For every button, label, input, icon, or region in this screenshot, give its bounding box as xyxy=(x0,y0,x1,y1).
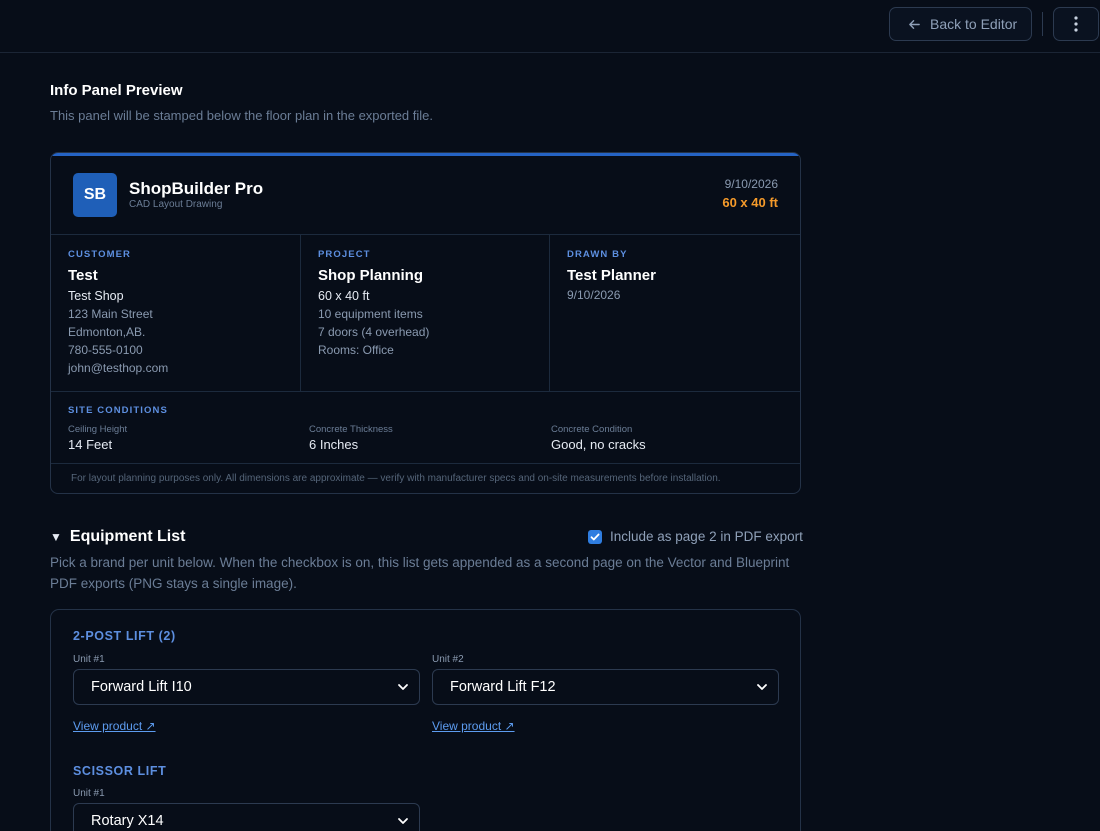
brand-select[interactable]: Forward Lift I10 xyxy=(73,669,420,705)
brand-select[interactable]: Rotary X14 xyxy=(73,803,420,831)
info-panel-card: SB ShopBuilder Pro CAD Layout Drawing 9/… xyxy=(50,152,801,494)
site-item-value: 14 Feet xyxy=(68,437,113,452)
drawn-by-date: 9/10/2026 xyxy=(567,288,621,302)
site-item-key: Ceiling Height xyxy=(68,424,128,435)
brand-select-value: Forward Lift F12 xyxy=(450,679,556,695)
site-item-ceiling: Ceiling Height 14 Feet xyxy=(68,424,127,452)
chevron-down-icon xyxy=(757,684,767,690)
drawn-by-name: Test Planner xyxy=(567,267,656,284)
project-column: PROJECT Shop Planning 60 x 40 ft 10 equi… xyxy=(301,234,549,391)
unit-label: Unit #1 xyxy=(73,654,105,665)
view-product-link[interactable]: View product ↗ xyxy=(432,719,515,733)
top-bar: Back to Editor xyxy=(0,0,1100,53)
include-pdf-label: Include as page 2 in PDF export xyxy=(610,529,803,544)
unit-label: Unit #2 xyxy=(432,654,464,665)
more-vertical-icon xyxy=(1074,16,1078,32)
group-title-scissor-lift: SCISSOR LIFT xyxy=(73,764,167,778)
site-item-value: 6 Inches xyxy=(309,437,359,452)
customer-column: CUSTOMER Test Test Shop 123 Main Street … xyxy=(51,234,300,391)
customer-city: Edmonton,AB. xyxy=(68,325,146,339)
equipment-list-title: Equipment List xyxy=(69,528,186,545)
toolbar-divider xyxy=(1042,12,1043,36)
disclaimer-text: For layout planning purposes only. All d… xyxy=(71,473,721,484)
checkmark-icon xyxy=(590,533,600,540)
preview-subtitle: This panel will be stamped below the flo… xyxy=(50,108,433,123)
more-options-button[interactable] xyxy=(1053,7,1099,41)
drawn-by-label: DRAWN BY xyxy=(567,249,628,260)
project-name: Shop Planning xyxy=(318,267,423,284)
brand-select-value: Forward Lift I10 xyxy=(91,679,192,695)
customer-street: 123 Main Street xyxy=(68,307,153,321)
site-item-condition: Concrete Condition Good, no cracks xyxy=(551,424,646,452)
project-dims: 60 x 40 ft xyxy=(318,289,370,303)
brand-name: ShopBuilder Pro xyxy=(129,179,264,198)
chevron-down-icon xyxy=(398,684,408,690)
project-doors: 7 doors (4 overhead) xyxy=(318,325,430,339)
brand-select-value: Rotary X14 xyxy=(91,813,164,829)
include-pdf-option[interactable]: Include as page 2 in PDF export xyxy=(588,529,803,544)
customer-company: Test Shop xyxy=(68,289,124,303)
site-item-key: Concrete Condition xyxy=(551,424,633,435)
divider xyxy=(51,391,800,392)
brand-subtitle: CAD Layout Drawing xyxy=(129,199,223,210)
customer-email: john@testhop.com xyxy=(68,361,169,375)
preview-title: Info Panel Preview xyxy=(50,82,183,99)
chevron-down-icon xyxy=(398,818,408,824)
project-label: PROJECT xyxy=(318,249,371,260)
equipment-description: Pick a brand per unit below. When the ch… xyxy=(50,555,790,591)
project-rooms: Rooms: Office xyxy=(318,343,394,357)
equipment-card: 2-POST LIFT (2) Unit #1 Forward Lift I10… xyxy=(50,609,801,831)
back-to-editor-button[interactable]: Back to Editor xyxy=(889,7,1032,41)
group-title-2-post-lift: 2-POST LIFT (2) xyxy=(73,629,176,643)
brand-select[interactable]: Forward Lift F12 xyxy=(432,669,779,705)
card-accent-bar xyxy=(51,153,800,156)
customer-label: CUSTOMER xyxy=(68,249,131,260)
project-equipment: 10 equipment items xyxy=(318,307,423,321)
site-item-value: Good, no cracks xyxy=(551,437,646,452)
arrow-left-icon xyxy=(909,19,920,29)
brand-logo: SB xyxy=(73,173,117,217)
customer-name: Test xyxy=(68,267,98,284)
include-pdf-checkbox[interactable] xyxy=(588,529,602,544)
header-size: 60 x 40 ft xyxy=(722,195,778,210)
equipment-list-toggle[interactable]: ▼ Equipment List xyxy=(50,528,185,546)
triangle-down-icon: ▼ xyxy=(50,530,62,544)
customer-phone: 780-555-0100 xyxy=(68,343,143,357)
divider xyxy=(51,463,800,464)
back-to-editor-label: Back to Editor xyxy=(930,16,1018,32)
site-item-thickness: Concrete Thickness 6 Inches xyxy=(309,424,393,452)
unit-label: Unit #1 xyxy=(73,788,105,799)
header-date: 9/10/2026 xyxy=(724,177,778,191)
view-product-link[interactable]: View product ↗ xyxy=(73,719,156,733)
site-item-key: Concrete Thickness xyxy=(309,424,393,435)
drawn-by-column: DRAWN BY Test Planner 9/10/2026 xyxy=(550,234,800,391)
site-conditions-label: SITE CONDITIONS xyxy=(68,405,168,416)
